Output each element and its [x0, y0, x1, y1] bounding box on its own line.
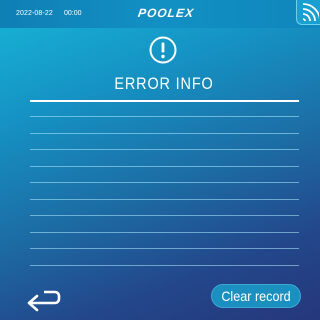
- error-record-row: [30, 250, 299, 266]
- error-record-row: [30, 217, 299, 233]
- error-record-list: [30, 101, 299, 269]
- error-record-row: [30, 151, 299, 167]
- error-record-row: [30, 233, 299, 249]
- status-date: 2022-08-22: [16, 10, 53, 17]
- error-record-row: [30, 134, 299, 150]
- error-record-row: [30, 118, 299, 134]
- page-title: ERROR INFO: [114, 74, 214, 93]
- clear-record-button[interactable]: Clear record: [211, 284, 301, 308]
- error-record-row: [30, 200, 299, 216]
- error-circle-icon: [149, 36, 177, 64]
- error-record-row: [30, 167, 299, 183]
- error-info-screen: 2022-08-22 00:00 POOLEX ERROR INFO Clear…: [0, 0, 320, 320]
- error-record-row: [30, 184, 299, 200]
- brand-logo: POOLEX: [137, 6, 195, 20]
- return-arrow-icon: [27, 290, 61, 312]
- wifi-icon[interactable]: [296, 0, 320, 25]
- clear-record-label: Clear record: [221, 288, 291, 304]
- error-record-row: [30, 101, 299, 117]
- status-time: 00:00: [64, 10, 82, 17]
- status-bar: 2022-08-22 00:00 POOLEX: [0, 0, 320, 28]
- back-button[interactable]: [26, 286, 62, 312]
